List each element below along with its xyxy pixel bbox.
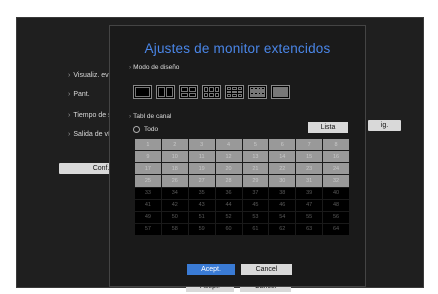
channel-cell[interactable]: 52 [215,211,242,223]
channel-cell[interactable]: 1 [135,139,161,151]
channel-cell[interactable]: 38 [269,187,296,199]
channel-cell[interactable]: 48 [323,199,349,211]
channel-cell[interactable]: 30 [269,175,296,187]
channel-cell[interactable]: 28 [215,175,242,187]
layout-option-3x2[interactable] [202,85,221,99]
channel-cell[interactable]: 53 [242,211,269,223]
channel-cell[interactable]: 13 [242,151,269,163]
channel-cell[interactable]: 4 [215,139,242,151]
select-all-option[interactable]: Todo [133,126,158,133]
channel-cell[interactable]: 43 [188,199,215,211]
bullet-icon: › [68,72,71,79]
channel-cell[interactable]: 27 [188,175,215,187]
channel-cell[interactable]: 50 [161,211,188,223]
channel-cell[interactable]: 29 [242,175,269,187]
select-all-label: Todo [144,126,159,134]
channel-cell[interactable]: 15 [296,151,323,163]
channel-cell[interactable]: 35 [188,187,215,199]
channel-cell[interactable]: 60 [215,223,242,235]
channel-cell[interactable]: 49 [135,211,161,223]
channel-cell[interactable]: 9 [135,151,161,163]
channel-cell[interactable]: 36 [215,187,242,199]
channel-cell[interactable]: 33 [135,187,161,199]
layout-mode-label: › Modo de diseño [129,64,180,71]
channel-cell[interactable]: 20 [215,163,242,175]
channel-cell[interactable]: 3 [188,139,215,151]
channel-cell[interactable]: 18 [161,163,188,175]
accept-button[interactable]: Acept. [187,264,235,275]
bullet-icon: › [68,131,71,138]
setting-row-screen[interactable]: › Pant. [68,91,90,98]
channel-cell[interactable]: 5 [242,139,269,151]
channel-cell[interactable]: 26 [161,175,188,187]
channel-cell[interactable]: 58 [161,223,188,235]
channel-cell[interactable]: 6 [269,139,296,151]
layout-option-2x2[interactable] [179,85,198,99]
layout-option-3x3[interactable] [225,85,244,99]
channel-cell[interactable]: 19 [188,163,215,175]
channel-cell[interactable]: 21 [242,163,269,175]
channel-grid: 1 2 3 4 5 6 7 8 9 10 11 12 13 14 15 16 17 18 19 20 21 22 23 24 2… [135,139,349,235]
channel-cell[interactable]: 47 [296,199,323,211]
layout-option-2x1[interactable] [156,85,175,99]
channel-cell[interactable]: 14 [269,151,296,163]
list-button[interactable]: Lista [308,122,348,133]
channel-cell[interactable]: 57 [135,223,161,235]
channel-cell[interactable]: 61 [242,223,269,235]
channel-cell[interactable]: 63 [296,223,323,235]
channel-cell[interactable]: 51 [188,211,215,223]
channel-table-label: › Tabl de canal [129,113,172,120]
setting-label: Pant. [73,91,90,98]
channel-cell[interactable]: 55 [296,211,323,223]
channel-cell[interactable]: 22 [269,163,296,175]
config-button[interactable]: ig. [368,120,401,131]
bullet-icon: › [68,112,71,119]
layout-option-4x4[interactable] [248,85,267,99]
bullet-icon: › [68,91,71,98]
channel-cell[interactable]: 17 [135,163,161,175]
channel-cell[interactable]: 46 [269,199,296,211]
extended-monitor-settings-dialog: Ajustes de monitor extencidos › Modo de d… [109,25,366,287]
dialog-title: Ajustes de monitor extencidos [144,41,331,56]
channel-cell[interactable]: 44 [215,199,242,211]
channel-cell[interactable]: 25 [135,175,161,187]
channel-cell[interactable]: 2 [161,139,188,151]
radio-icon[interactable] [133,126,140,133]
layout-option-5x5[interactable] [271,85,290,99]
channel-cell[interactable]: 11 [188,151,215,163]
screen: › Visualiz. evento › Pant. › Tiempo de secu… [0,0,438,294]
channel-cell[interactable]: 62 [269,223,296,235]
channel-cell[interactable]: 10 [161,151,188,163]
channel-cell[interactable]: 12 [215,151,242,163]
channel-cell[interactable]: 8 [323,139,349,151]
channel-cell[interactable]: 54 [269,211,296,223]
channel-cell[interactable]: 34 [161,187,188,199]
channel-cell[interactable]: 64 [323,223,349,235]
channel-cell[interactable]: 32 [323,175,349,187]
channel-cell[interactable]: 40 [323,187,349,199]
channel-cell[interactable]: 41 [135,199,161,211]
channel-cell[interactable]: 31 [296,175,323,187]
channel-cell[interactable]: 7 [296,139,323,151]
channel-cell[interactable]: 24 [323,163,349,175]
channel-cell[interactable]: 59 [188,223,215,235]
channel-cell[interactable]: 37 [242,187,269,199]
channel-cell[interactable]: 16 [323,151,349,163]
channel-cell[interactable]: 45 [242,199,269,211]
cancel-button[interactable]: Cancel [241,264,292,275]
channel-cell[interactable]: 56 [323,211,349,223]
layout-option-1x1[interactable] [133,85,152,99]
channel-cell[interactable]: 42 [161,199,188,211]
channel-cell[interactable]: 23 [296,163,323,175]
channel-cell[interactable]: 39 [296,187,323,199]
